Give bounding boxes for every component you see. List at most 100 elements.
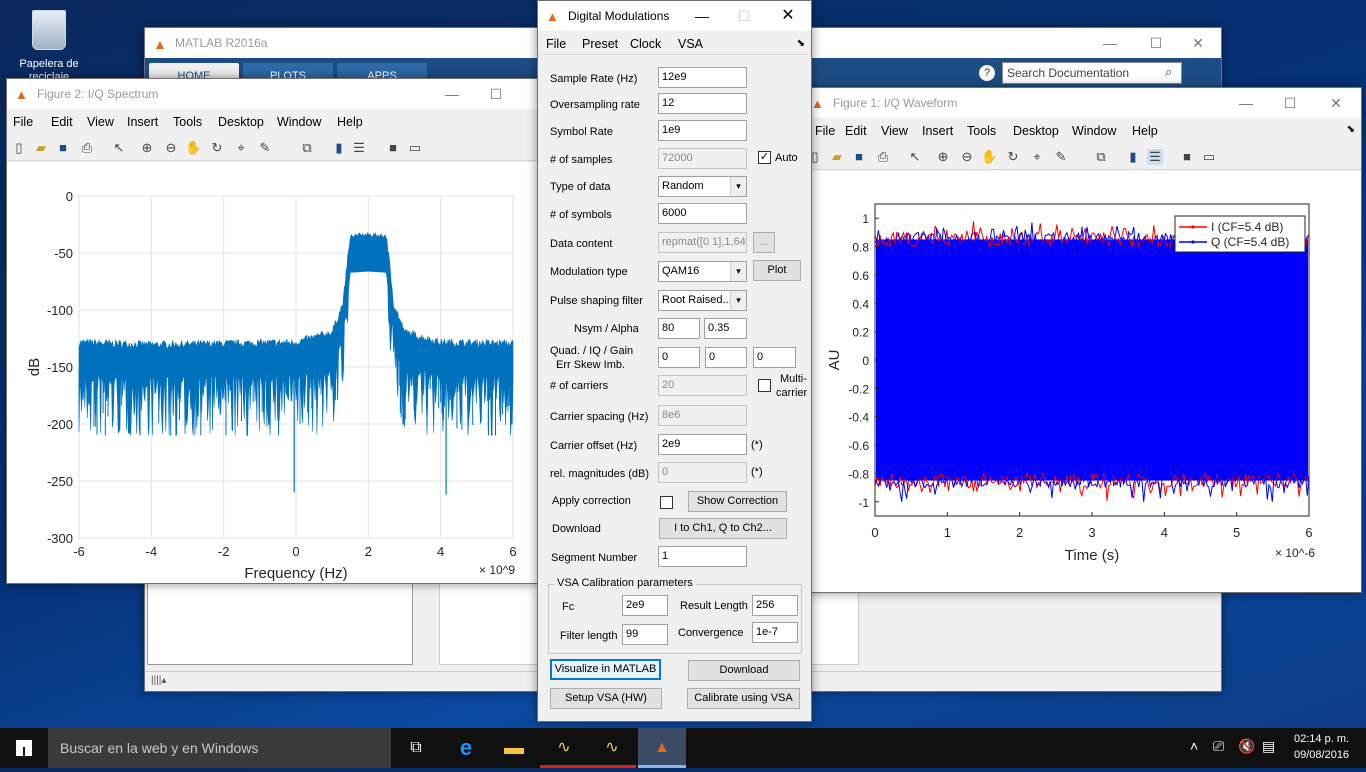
nsym-input[interactable]: 80 <box>658 318 700 339</box>
zoom-in-icon[interactable]: ⊕ <box>935 149 951 165</box>
volume-muted-icon[interactable]: 🔇 <box>1238 738 1255 755</box>
content-browse-button[interactable]: ... <box>753 232 775 253</box>
show-correction-button[interactable]: Show Correction <box>688 491 787 512</box>
plot-button[interactable]: Plot <box>753 260 801 281</box>
network-icon[interactable]: ⎚ <box>1213 738 1224 755</box>
menu-insert[interactable]: Insert <box>127 115 158 129</box>
open-icon[interactable]: ▰ <box>829 149 845 165</box>
data-cursor-icon[interactable]: ⌖ <box>233 140 249 156</box>
type-select[interactable]: Random ▾ <box>658 176 747 197</box>
matlab-taskbar-icon[interactable]: ▲ <box>638 728 686 768</box>
fc-input[interactable]: 2e9 <box>622 595 668 616</box>
legend-icon[interactable]: ☰ <box>351 140 367 156</box>
gain-imb-input[interactable]: 0 <box>753 347 796 368</box>
start-button[interactable] <box>0 728 48 768</box>
menu-insert[interactable]: Insert <box>922 124 953 138</box>
menu-desktop[interactable]: Desktop <box>1013 124 1059 138</box>
iqtools-app-icon[interactable]: ∿ <box>540 728 588 768</box>
edge-browser-icon[interactable]: e <box>442 728 490 768</box>
show-hidden-icons-icon[interactable]: ˄ <box>1190 738 1198 754</box>
notifications-icon[interactable]: ▤ <box>1262 738 1275 755</box>
figure1-minimize-button[interactable]: — <box>1231 92 1261 114</box>
file-explorer-icon[interactable]: ▬ <box>490 728 538 768</box>
carriers-input[interactable]: 20 <box>658 375 747 396</box>
data-cursor-icon[interactable]: ⌖ <box>1029 149 1045 165</box>
dock-icon[interactable]: ▭ <box>407 140 423 156</box>
download-channel-button[interactable]: I to Ch1, Q to Ch2... <box>659 518 787 539</box>
result-length-input[interactable]: 256 <box>752 595 798 616</box>
save-icon[interactable]: ■ <box>55 140 71 156</box>
matlab-close-button[interactable]: ✕ <box>1183 32 1213 54</box>
spacing-input[interactable]: 8e6 <box>658 405 747 426</box>
open-icon[interactable]: ▰ <box>33 140 49 156</box>
pulse-select[interactable]: Root Raised... ▾ <box>658 290 747 311</box>
mod-select[interactable]: QAM16 ▾ <box>658 261 747 282</box>
iq-skew-input[interactable]: 0 <box>705 347 747 368</box>
menu-window[interactable]: Window <box>1072 124 1116 138</box>
menu-file[interactable]: File <box>815 124 835 138</box>
recycle-bin[interactable]: Papelera de reciclaje <box>14 8 84 83</box>
clock-time[interactable]: 02:14 p. m. <box>1294 733 1349 745</box>
symbol-rate-input[interactable]: 1e9 <box>658 120 747 141</box>
menu-view[interactable]: View <box>881 124 908 138</box>
pointer-icon[interactable]: ↖ <box>111 140 127 156</box>
dialog-maximize-button[interactable]: ☐ <box>729 5 759 27</box>
oversampling-input[interactable]: 12 <box>658 93 747 114</box>
link-icon[interactable]: ⧉ <box>299 140 315 156</box>
content-input[interactable]: repmat([0 1],1,64) <box>658 232 747 253</box>
menu-tools[interactable]: Tools <box>967 124 996 138</box>
menu-view[interactable]: View <box>87 115 114 129</box>
colorbar-icon[interactable]: ▮ <box>331 140 347 156</box>
filter-length-input[interactable]: 99 <box>622 624 668 645</box>
hide-tools-icon[interactable]: ■ <box>1179 149 1195 165</box>
offset-input[interactable]: 2e9 <box>658 434 747 455</box>
menu-desktop[interactable]: Desktop <box>218 115 264 129</box>
menu-window[interactable]: Window <box>277 115 321 129</box>
dock-icon[interactable]: ▭ <box>1201 149 1217 165</box>
sample-rate-input[interactable]: 12e9 <box>658 67 747 88</box>
symbols-input[interactable]: 6000 <box>658 203 747 224</box>
menu-edit[interactable]: Edit <box>51 115 73 129</box>
dock-arrow-icon[interactable]: ⬊ <box>797 38 805 49</box>
brush-icon[interactable]: ✎ <box>1053 149 1069 165</box>
pan-icon[interactable]: ✋ <box>981 149 997 165</box>
multicarrier-checkbox[interactable] <box>758 379 771 392</box>
convergence-input[interactable]: 1e-7 <box>752 622 798 643</box>
brush-icon[interactable]: ✎ <box>257 140 273 156</box>
zoom-in-icon[interactable]: ⊕ <box>139 140 155 156</box>
menu-help[interactable]: Help <box>337 115 363 129</box>
link-icon[interactable]: ⧉ <box>1093 149 1109 165</box>
zoom-out-icon[interactable]: ⊖ <box>959 149 975 165</box>
quad-err-input[interactable]: 0 <box>658 347 700 368</box>
print-icon[interactable]: ⎙ <box>79 140 95 156</box>
menu-help[interactable]: Help <box>1132 124 1158 138</box>
pointer-icon[interactable]: ↖ <box>907 149 923 165</box>
auto-checkbox[interactable]: ✓ <box>758 151 771 164</box>
colorbar-icon[interactable]: ▮ <box>1125 149 1141 165</box>
menu-edit[interactable]: Edit <box>845 124 867 138</box>
menu-tools[interactable]: Tools <box>173 115 202 129</box>
menu-preset[interactable]: Preset <box>582 37 618 51</box>
rotate-icon[interactable]: ↻ <box>1005 149 1021 165</box>
figure1-maximize-button[interactable]: ☐ <box>1275 92 1305 114</box>
calibrate-vsa-button[interactable]: Calibrate using VSA <box>687 688 800 709</box>
dialog-close-button[interactable]: ✕ <box>773 5 803 27</box>
taskbar-search-box[interactable]: Buscar en la web y en Windows <box>48 728 391 768</box>
setup-vsa-button[interactable]: Setup VSA (HW) <box>550 688 662 709</box>
visualize-button[interactable]: Visualize in MATLAB <box>550 659 661 680</box>
pan-icon[interactable]: ✋ <box>185 140 201 156</box>
dock-arrow-icon[interactable]: ⬊ <box>1347 124 1355 135</box>
save-icon[interactable]: ■ <box>851 149 867 165</box>
rotate-icon[interactable]: ↻ <box>209 140 225 156</box>
figure2-minimize-button[interactable]: — <box>437 83 467 105</box>
relmag-input[interactable]: 0 <box>658 462 747 483</box>
clock-date[interactable]: 09/08/2016 <box>1294 749 1349 761</box>
figure2-maximize-button[interactable]: ☐ <box>481 83 511 105</box>
dialog-minimize-button[interactable]: — <box>687 5 717 27</box>
legend-icon[interactable]: ☰ <box>1147 149 1163 165</box>
menu-file[interactable]: File <box>13 115 33 129</box>
new-figure-icon[interactable]: ▯ <box>11 140 27 156</box>
zoom-out-icon[interactable]: ⊖ <box>163 140 179 156</box>
download-button[interactable]: Download <box>688 660 800 681</box>
matlab-minimize-button[interactable]: — <box>1095 32 1125 54</box>
